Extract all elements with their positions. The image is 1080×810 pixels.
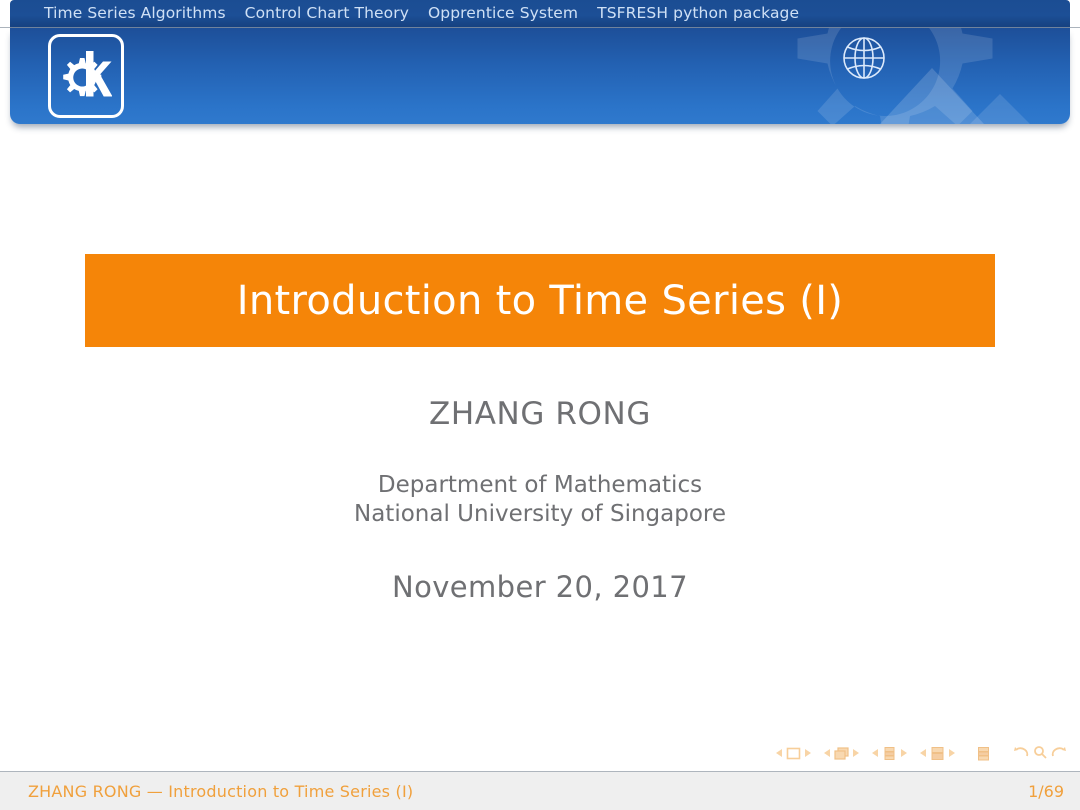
prev-subsection-arrow[interactable] [872, 749, 878, 757]
affiliation-block: Department of Mathematics National Unive… [0, 471, 1080, 529]
footer-page-number: 1/69 [1028, 781, 1064, 801]
forward-arrow-icon[interactable] [1050, 744, 1066, 763]
next-subsection-arrow[interactable] [901, 749, 907, 757]
subsection-navigation-group [872, 746, 907, 760]
nav-item-time-series-algorithms[interactable]: Time Series Algorithms [44, 6, 226, 22]
mountain-shape [880, 68, 984, 124]
slide-header: Time Series Algorithms Control Chart The… [0, 0, 1080, 128]
back-arrow-icon[interactable] [1014, 744, 1030, 763]
search-icon[interactable] [1033, 744, 1047, 763]
prev-section-arrow[interactable] [920, 749, 926, 757]
affiliation-line-1: Department of Mathematics [377, 472, 703, 498]
slide-navigation-group [776, 747, 811, 760]
beamer-navigation-symbols [776, 740, 1066, 766]
presentation-date: November 20, 2017 [391, 570, 689, 604]
presentation-slide: Time Series Algorithms Control Chart The… [0, 0, 1080, 810]
frame-icon[interactable] [834, 746, 849, 760]
footer-author-title: ZHANG RONG — Introduction to Time Series… [28, 781, 414, 801]
slide-footer: ZHANG RONG — Introduction to Time Series… [0, 772, 1080, 810]
affiliation-line-2: National University of Singapore [354, 501, 726, 527]
subsection-icon[interactable] [882, 746, 897, 760]
page-title: Introduction to Time Series (I) [236, 277, 844, 324]
next-section-arrow[interactable] [949, 749, 955, 757]
author-name: ZHANG RONG [429, 396, 651, 432]
frame-navigation-group [824, 746, 859, 760]
prev-slide-arrow[interactable] [776, 749, 782, 757]
nav-item-opprentice-system[interactable]: Opprentice System [428, 6, 578, 22]
kde-logo [48, 34, 124, 118]
mountain-shape-small [970, 94, 1030, 124]
kde-gear-k-logo-icon [63, 51, 112, 97]
next-frame-arrow[interactable] [853, 749, 859, 757]
section-icon[interactable] [930, 746, 945, 760]
section-navigation-group [920, 746, 955, 760]
title-banner: Introduction to Time Series (I) [85, 254, 995, 347]
next-slide-arrow[interactable] [805, 749, 811, 757]
prev-frame-arrow[interactable] [824, 749, 830, 757]
header-separator-line [0, 27, 1080, 28]
header-banner [10, 28, 1070, 124]
nav-item-tsfresh-python-package[interactable]: TSFRESH python package [597, 6, 799, 22]
section-navigation-bar: Time Series Algorithms Control Chart The… [10, 0, 1070, 28]
slide-icon[interactable] [786, 747, 801, 760]
document-icon[interactable] [976, 746, 991, 760]
globe-icon [843, 37, 885, 79]
nav-item-control-chart-theory[interactable]: Control Chart Theory [245, 6, 409, 22]
